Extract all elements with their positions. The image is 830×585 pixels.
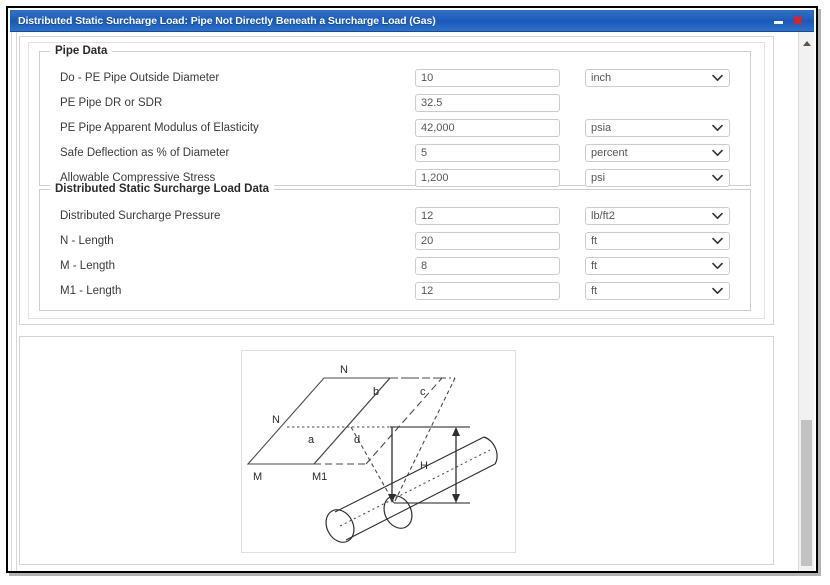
diagram-label-m: M <box>253 471 262 483</box>
chevron-down-icon <box>709 74 729 82</box>
surcharge-load-diagram: N N b c a d M M1 H <box>246 364 498 543</box>
select-unit-surcharge-pressure-value: lb/ft2 <box>591 209 615 222</box>
chevron-down-icon <box>709 124 729 132</box>
chevron-down-icon <box>709 212 729 220</box>
window-client-area: Pipe Data Do - PE Pipe Outside Diameter … <box>10 32 814 571</box>
input-dr-sdr[interactable] <box>415 93 560 112</box>
group-surcharge-load-data: Distributed Static Surcharge Load Data D… <box>39 183 751 311</box>
select-unit-do-value: inch <box>591 71 612 84</box>
h-dimension-arrow-down <box>452 494 460 503</box>
select-unit-n-length[interactable]: ft <box>585 231 730 250</box>
diagram-label-a: a <box>308 434 315 446</box>
diagram-label-n-top: N <box>340 364 348 376</box>
table-row: M1 - Length ft <box>40 278 750 303</box>
table-row: Do - PE Pipe Outside Diameter inch <box>40 65 750 90</box>
outer-load-area <box>246 377 392 465</box>
select-unit-n-length-value: ft <box>591 234 598 247</box>
window-title: Distributed Static Surcharge Load: Pipe … <box>18 14 436 27</box>
minimize-button[interactable] <box>768 11 788 31</box>
vertical-scrollbar[interactable] <box>798 32 814 571</box>
input-modulus[interactable] <box>415 118 560 137</box>
select-unit-modulus-value: psia <box>591 121 612 134</box>
minimize-icon <box>773 21 783 24</box>
input-safe-deflection[interactable] <box>415 143 560 162</box>
diagram-panel: N N b c a d M M1 H <box>19 336 774 565</box>
input-m1-length[interactable] <box>415 281 560 300</box>
table-row: PE Pipe Apparent Modulus of Elasticity p… <box>40 115 750 140</box>
table-row: PE Pipe DR or SDR <box>40 90 750 115</box>
h-dimension-arrow-up <box>452 427 460 436</box>
scrollbar-thumb[interactable] <box>801 420 812 566</box>
field-label-safe-deflection: Safe Deflection as % of Diameter <box>60 146 230 159</box>
select-unit-surcharge-pressure[interactable]: lb/ft2 <box>585 206 730 225</box>
select-unit-compressive-stress[interactable]: psi <box>585 168 730 187</box>
input-surcharge-pressure[interactable] <box>415 206 560 225</box>
field-label-surcharge-pressure: Distributed Surcharge Pressure <box>60 209 221 222</box>
group-surcharge-load-data-legend: Distributed Static Surcharge Load Data <box>50 183 275 195</box>
select-unit-modulus[interactable]: psia <box>585 118 730 137</box>
input-n-length[interactable] <box>415 231 560 250</box>
select-unit-do[interactable]: inch <box>585 68 730 87</box>
input-compressive-stress[interactable] <box>415 168 560 187</box>
table-row: Safe Deflection as % of Diameter percent <box>40 140 750 165</box>
form-panel-inner: Pipe Data Do - PE Pipe Outside Diameter … <box>28 42 765 319</box>
pipe-load-section-ellipse <box>383 495 413 529</box>
select-unit-m-length-value: ft <box>591 259 598 272</box>
application-window: Distributed Static Surcharge Load: Pipe … <box>6 6 818 573</box>
pipe-far-end-cap <box>483 436 498 465</box>
scroll-up-button[interactable] <box>799 36 814 50</box>
select-unit-compressive-stress-value: psi <box>591 171 606 184</box>
select-unit-safe-deflection-value: percent <box>591 146 628 159</box>
table-row: M - Length ft <box>40 253 750 278</box>
close-icon: ✖ <box>792 12 804 28</box>
field-label-compressive-stress: Allowable Compressive Stress <box>60 171 216 184</box>
field-label-n-length: N - Length <box>60 234 114 247</box>
chevron-down-icon <box>709 237 729 245</box>
window-controls: ✖ <box>768 11 814 31</box>
group-pipe-data-legend: Pipe Data <box>50 45 113 57</box>
select-unit-m1-length-value: ft <box>591 284 598 297</box>
diagram-label-c: c <box>420 386 426 398</box>
diagram-label-d: d <box>354 434 360 446</box>
diagram-image-container: N N b c a d M M1 H <box>241 350 516 553</box>
close-button[interactable]: ✖ <box>788 11 808 31</box>
diagram-label-m1: M1 <box>312 471 327 483</box>
chevron-down-icon <box>709 174 729 182</box>
input-do[interactable] <box>415 68 560 87</box>
diagram-label-h: H <box>420 460 428 472</box>
table-row: Distributed Surcharge Pressure lb/ft2 <box>40 203 750 228</box>
chevron-down-icon <box>709 262 729 270</box>
pipe-bottom-edge <box>345 463 496 541</box>
group-pipe-data: Pipe Data Do - PE Pipe Outside Diameter … <box>39 45 751 187</box>
field-label-m1-length: M1 - Length <box>60 284 122 297</box>
field-label-do: Do - PE Pipe Outside Diameter <box>60 71 220 84</box>
form-panel: Pipe Data Do - PE Pipe Outside Diameter … <box>19 36 774 325</box>
window-title-bar: Distributed Static Surcharge Load: Pipe … <box>10 10 814 32</box>
select-unit-m-length[interactable]: ft <box>585 256 730 275</box>
table-row: N - Length ft <box>40 228 750 253</box>
triangle-up-icon <box>802 40 811 46</box>
pipe-centerline <box>339 449 491 527</box>
field-label-m-length: M - Length <box>60 259 115 272</box>
select-unit-m1-length[interactable]: ft <box>585 281 730 300</box>
chevron-down-icon <box>709 149 729 157</box>
select-unit-safe-deflection[interactable]: percent <box>585 143 730 162</box>
diagram-label-b: b <box>373 386 379 398</box>
diagram-label-n-left: N <box>272 414 280 426</box>
input-m-length[interactable] <box>415 256 560 275</box>
field-label-dr-sdr: PE Pipe DR or SDR <box>60 96 163 109</box>
field-label-modulus: PE Pipe Apparent Modulus of Elasticity <box>60 121 259 134</box>
pipe-top-edge <box>334 436 485 513</box>
chevron-down-icon <box>709 287 729 295</box>
scrollable-content: Pipe Data Do - PE Pipe Outside Diameter … <box>10 32 797 571</box>
